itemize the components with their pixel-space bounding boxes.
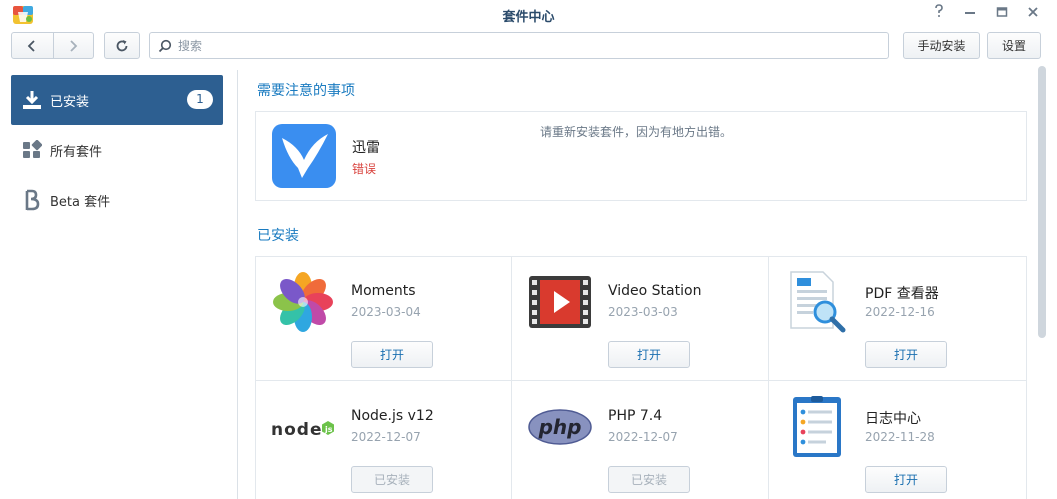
toolbar: 手动安装 设置 [0, 30, 1057, 62]
help-icon[interactable] [928, 4, 950, 24]
package-name: 日志中心 [865, 411, 921, 427]
pdf-viewer-icon [785, 270, 849, 334]
svg-text:node: node [271, 420, 322, 440]
package-card-log-center[interactable]: 日志中心 2022-11-28 打开 [769, 381, 1026, 499]
attention-section-title: 需要注意的事项 [257, 83, 355, 99]
sidebar-item-label: 所有套件 [50, 144, 103, 160]
installed-button: 已安装 [608, 466, 690, 493]
installed-section-title: 已安装 [257, 228, 299, 244]
search-input[interactable] [178, 36, 878, 56]
open-button[interactable]: 打开 [351, 341, 433, 368]
nodejs-icon: node js [271, 395, 335, 459]
search-icon [158, 39, 172, 53]
open-button[interactable]: 打开 [865, 466, 947, 493]
package-card-php[interactable]: php PHP 7.4 2022-12-07 已安装 [512, 381, 769, 499]
moments-icon [271, 270, 335, 334]
svg-text:php: php [538, 415, 582, 439]
back-button[interactable] [12, 33, 53, 58]
package-name: PHP 7.4 [608, 408, 663, 424]
sidebar-item-all-packages[interactable]: 所有套件 [11, 125, 223, 175]
chevron-left-icon [27, 39, 35, 52]
sidebar-item-installed[interactable]: 已安装 1 [11, 75, 223, 125]
installed-button: 已安装 [351, 466, 433, 493]
refresh-icon [116, 39, 128, 51]
thunder-bird-icon [272, 124, 336, 188]
package-card-moments[interactable]: Moments 2023-03-04 打开 [255, 256, 512, 381]
installed-packages-grid: Moments 2023-03-04 打开 Video Station 2023… [255, 256, 1027, 499]
download-icon [20, 88, 44, 112]
attention-message: 请重新安装套件，因为有地方出错。 [540, 125, 733, 139]
svg-text:js: js [324, 425, 333, 434]
package-date: 2022-12-07 [608, 430, 678, 444]
grid-icon [20, 138, 44, 162]
navigation-group [11, 32, 94, 59]
package-name: Node.js v12 [351, 408, 434, 424]
close-icon[interactable] [1022, 4, 1044, 24]
beta-icon [20, 188, 44, 212]
forward-button[interactable] [52, 33, 94, 58]
package-date: 2022-12-07 [351, 430, 421, 444]
installed-count-badge: 1 [187, 90, 213, 109]
package-card-video-station[interactable]: Video Station 2023-03-03 打开 [512, 256, 769, 381]
package-name: Video Station [608, 283, 702, 299]
vertical-scrollbar[interactable] [1038, 66, 1046, 338]
package-date: 2023-03-03 [608, 305, 678, 319]
attention-card[interactable]: 迅雷 错误 请重新安装套件，因为有地方出错。 [255, 111, 1027, 201]
package-card-nodejs[interactable]: node js Node.js v12 2022-12-07 已安装 [255, 381, 512, 499]
attention-package-name: 迅雷 [352, 140, 380, 156]
sidebar-item-label: 已安装 [50, 94, 90, 110]
package-name: PDF 查看器 [865, 286, 939, 302]
sidebar: 已安装 1 所有套件 Beta 套件 [0, 70, 237, 499]
settings-button[interactable]: 设置 [987, 32, 1041, 59]
minimize-icon[interactable] [959, 4, 981, 24]
package-card-pdf-viewer[interactable]: PDF 查看器 2022-12-16 打开 [769, 256, 1026, 381]
refresh-button[interactable] [104, 32, 140, 59]
attention-package-status: 错误 [352, 162, 377, 176]
video-station-icon [528, 270, 592, 334]
title-bar: 套件中心 [0, 0, 1057, 30]
package-date: 2023-03-04 [351, 305, 421, 319]
package-date: 2022-11-28 [865, 430, 935, 444]
open-button[interactable]: 打开 [608, 341, 690, 368]
chevron-right-icon [70, 39, 78, 52]
sidebar-item-label: Beta 套件 [50, 194, 111, 210]
window-title: 套件中心 [502, 10, 555, 25]
maximize-icon[interactable] [991, 4, 1013, 24]
main-content: 需要注意的事项 迅雷 错误 请重新安装套件，因为有地方出错。 已安装 Momen… [238, 62, 1057, 499]
sidebar-item-beta-packages[interactable]: Beta 套件 [11, 175, 223, 225]
manual-install-button[interactable]: 手动安装 [903, 32, 980, 59]
php-icon: php [528, 395, 592, 459]
log-center-icon [785, 395, 849, 459]
package-date: 2022-12-16 [865, 305, 935, 319]
search-field[interactable] [149, 32, 889, 59]
package-name: Moments [351, 283, 416, 299]
open-button[interactable]: 打开 [865, 341, 947, 368]
